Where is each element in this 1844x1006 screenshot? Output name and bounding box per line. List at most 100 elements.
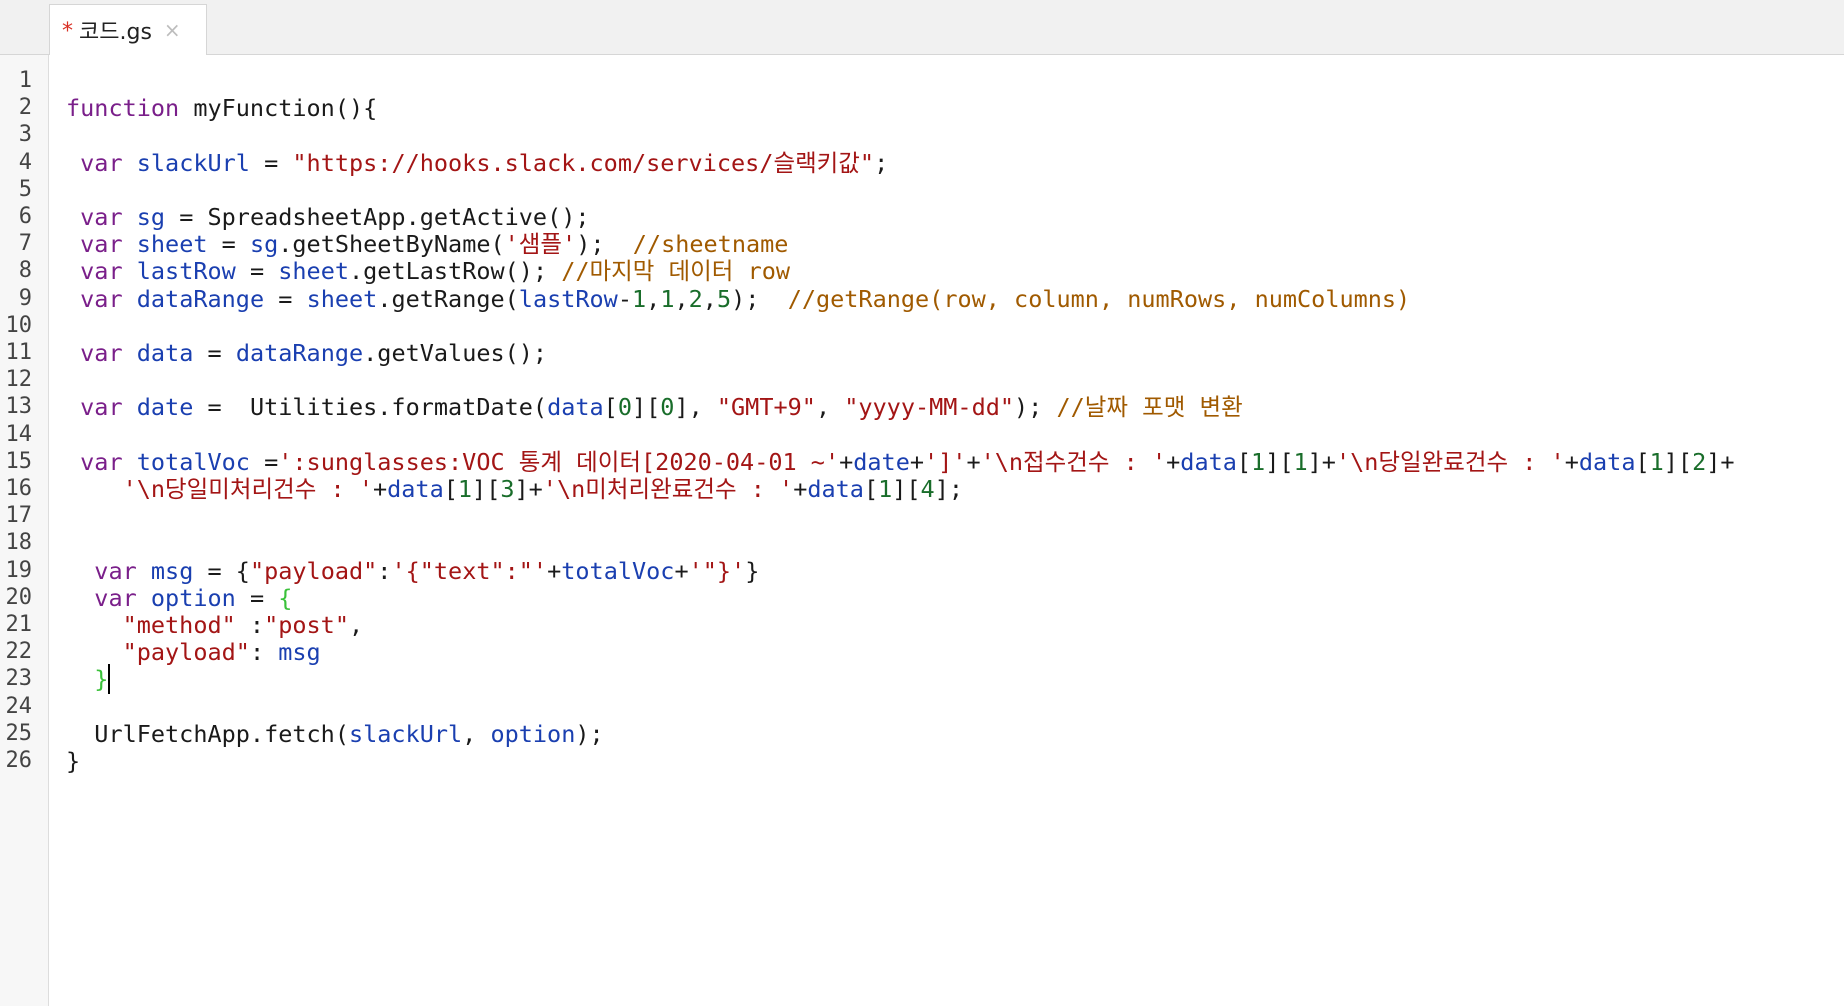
code-token-txt: = SpreadsheetApp.getActive(); xyxy=(165,203,590,231)
code-token-txt: + xyxy=(1166,447,1181,476)
code-token-var: lastRow xyxy=(518,284,618,313)
code-token-var: data xyxy=(387,475,444,503)
code-token-txt: ], xyxy=(674,393,717,422)
code-token-txt: UrlFetchApp.fetch( xyxy=(66,719,349,748)
code-token-txt: } xyxy=(66,747,81,775)
text-cursor xyxy=(108,663,111,694)
code-token-txt: [ xyxy=(443,475,458,503)
file-tab[interactable]: * 코드.gs × xyxy=(49,4,207,56)
code-token-var: data xyxy=(1578,447,1636,476)
code-token-txt: , xyxy=(348,611,364,639)
line-number-gutter: 1 2 3 4 5 6 7 8 9 10 11 12 13 14 15 16 17 18 19 20 21 22 23 24 2… xyxy=(0,55,49,1006)
code-token-com: //마지막 데이터 row xyxy=(561,257,791,286)
code-token-var: sg xyxy=(136,203,166,231)
code-token-var: date xyxy=(853,447,910,476)
code-token-var: totalVoc xyxy=(136,447,250,476)
code-token-num: 1 xyxy=(660,284,675,313)
code-token-kw: var xyxy=(80,230,123,259)
code-token-str: '\n미처리완료건수 : ' xyxy=(542,475,794,503)
code-line[interactable]: } xyxy=(66,745,80,777)
close-icon[interactable]: × xyxy=(164,20,181,40)
code-token-str: "method" xyxy=(122,611,236,639)
code-token-def: myFunction xyxy=(193,94,335,123)
code-token-txt: = xyxy=(193,339,236,367)
code-token-txt: .getSheetByName( xyxy=(278,230,505,259)
code-token-txt: = xyxy=(207,230,250,259)
code-token-txt: , xyxy=(702,284,717,313)
code-token-str: '\n당일미처리건수 : ' xyxy=(122,475,373,503)
code-token-var: sheet xyxy=(278,257,350,286)
code-token-var: data xyxy=(136,339,194,367)
code-token-txt: = xyxy=(235,257,279,286)
code-token-txt: = Utilities.formatDate( xyxy=(193,393,548,422)
code-token-var: slackUrl xyxy=(348,719,463,748)
code-token-kw: var xyxy=(80,393,123,422)
code-token-txt: ]+ xyxy=(514,475,543,503)
code-token-txt: = xyxy=(249,148,293,177)
file-tab-label: 코드.gs xyxy=(79,20,152,45)
code-editor[interactable]: function myFunction(){ var slackUrl = "h… xyxy=(49,55,1844,1006)
code-token-txt: ]+ xyxy=(1307,447,1336,476)
code-line[interactable]: function myFunction(){ xyxy=(66,92,377,124)
code-token-txt: + xyxy=(674,556,689,585)
unsaved-changes-icon: * xyxy=(62,19,73,44)
code-token-kw: var xyxy=(80,284,123,313)
code-token-num: 1 xyxy=(632,284,647,313)
code-token-txt: + xyxy=(547,556,562,585)
code-line[interactable]: var date = Utilities.formatDate(data[0][… xyxy=(66,391,1243,423)
code-token-str: "payload" xyxy=(249,556,378,585)
code-token-txt: } xyxy=(745,556,760,585)
code-token-var: sheet xyxy=(136,230,208,259)
code-token-str: ']' xyxy=(924,447,967,476)
code-line[interactable]: var dataRange = sheet.getRange(lastRow-1… xyxy=(66,283,1410,315)
code-token-str: '{"text":"' xyxy=(391,556,548,585)
code-token-kw: var xyxy=(80,257,123,286)
code-token-txt: , xyxy=(646,284,661,313)
code-token-txt: .getLastRow(); xyxy=(349,257,562,286)
code-token-var: lastRow xyxy=(136,257,236,286)
code-token-num: 1 xyxy=(1251,447,1266,476)
code-token-num: 2 xyxy=(688,284,703,313)
code-token-str: ':sunglasses:VOC 통계 데이터[2020-04-01 ~' xyxy=(278,447,840,476)
code-token-kw: function xyxy=(66,94,180,123)
code-token-com: //sheetname xyxy=(632,230,789,259)
code-token-txt: = { xyxy=(193,556,250,585)
code-line[interactable]: } xyxy=(66,663,111,696)
code-token-txt: , xyxy=(815,393,845,422)
code-token-txt: ][ xyxy=(1663,447,1693,476)
code-token-txt: [ xyxy=(603,393,618,422)
script-editor-window: * 코드.gs × 1 2 3 4 5 6 7 8 9 10 11 12 13 14 15 16 17 18 19 2… xyxy=(0,0,1844,1006)
code-token-var: option xyxy=(490,719,576,748)
code-token-txt: + xyxy=(372,475,388,503)
code-token-txt: [ xyxy=(863,475,879,503)
code-token-kw: var xyxy=(94,583,137,612)
code-token-var: dataRange xyxy=(235,339,364,367)
code-line[interactable]: UrlFetchApp.fetch(slackUrl, option); xyxy=(66,718,603,750)
code-token-num: 5 xyxy=(716,284,732,313)
code-line[interactable]: var data = dataRange.getValues(); xyxy=(66,337,547,369)
code-token-num: 0 xyxy=(617,393,632,422)
code-token-txt: : xyxy=(235,611,265,639)
code-line[interactable]: var slackUrl = "https://hooks.slack.com/… xyxy=(66,147,888,179)
code-token-txt: = xyxy=(264,284,307,313)
code-token-num: 4 xyxy=(920,475,935,503)
code-line[interactable]: '\n당일미처리건수 : '+data[1][3]+'\n미처리완료건수 : '… xyxy=(66,473,963,505)
code-token-txt: ; xyxy=(874,148,889,177)
code-token-var: data xyxy=(547,393,604,422)
code-token-txt: + xyxy=(1564,447,1579,476)
